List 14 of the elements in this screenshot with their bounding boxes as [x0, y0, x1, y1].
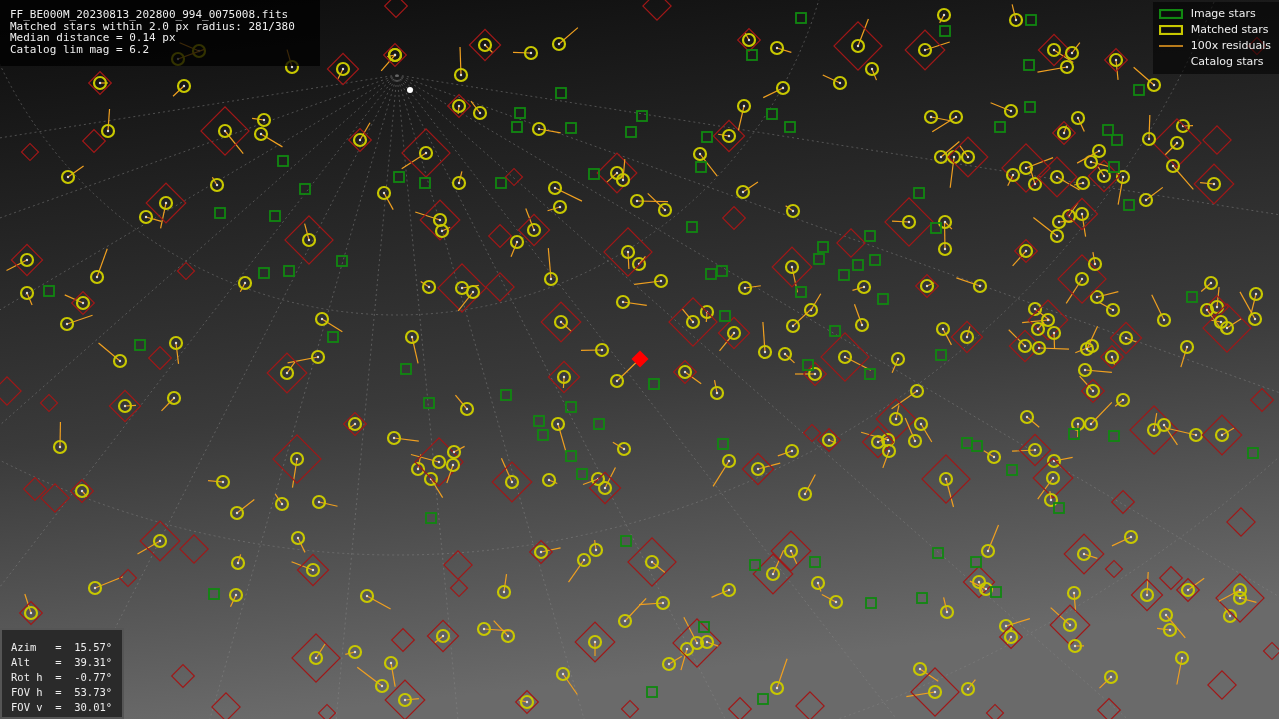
legend-line-icon [1158, 45, 1183, 47]
pointing-line: FOV h = 53.73° [11, 685, 113, 700]
info-line: Median distance = 0.14 px [10, 32, 176, 44]
info-line: Matched stars within 2.0 px radius: 281/380 [10, 20, 295, 32]
legend-label: Catalog stars [1190, 53, 1264, 70]
legend-label: Matched stars [1190, 21, 1269, 38]
pointing-line: Azim = 15.57° [11, 640, 113, 655]
info-line: FF_BE000M_20230813_202800_994_0075008.fits [10, 9, 289, 21]
legend-label: 100x residuals [1190, 37, 1271, 54]
pointing-line: Alt = 39.31° [11, 655, 113, 670]
legend-label: Image stars [1190, 5, 1256, 22]
pointing-line: FOV v = 30.01° [11, 700, 113, 715]
pointing-line: Rot h = -0.77° [11, 670, 113, 685]
info-line: Catalog lim mag = 6.2 [10, 43, 150, 55]
